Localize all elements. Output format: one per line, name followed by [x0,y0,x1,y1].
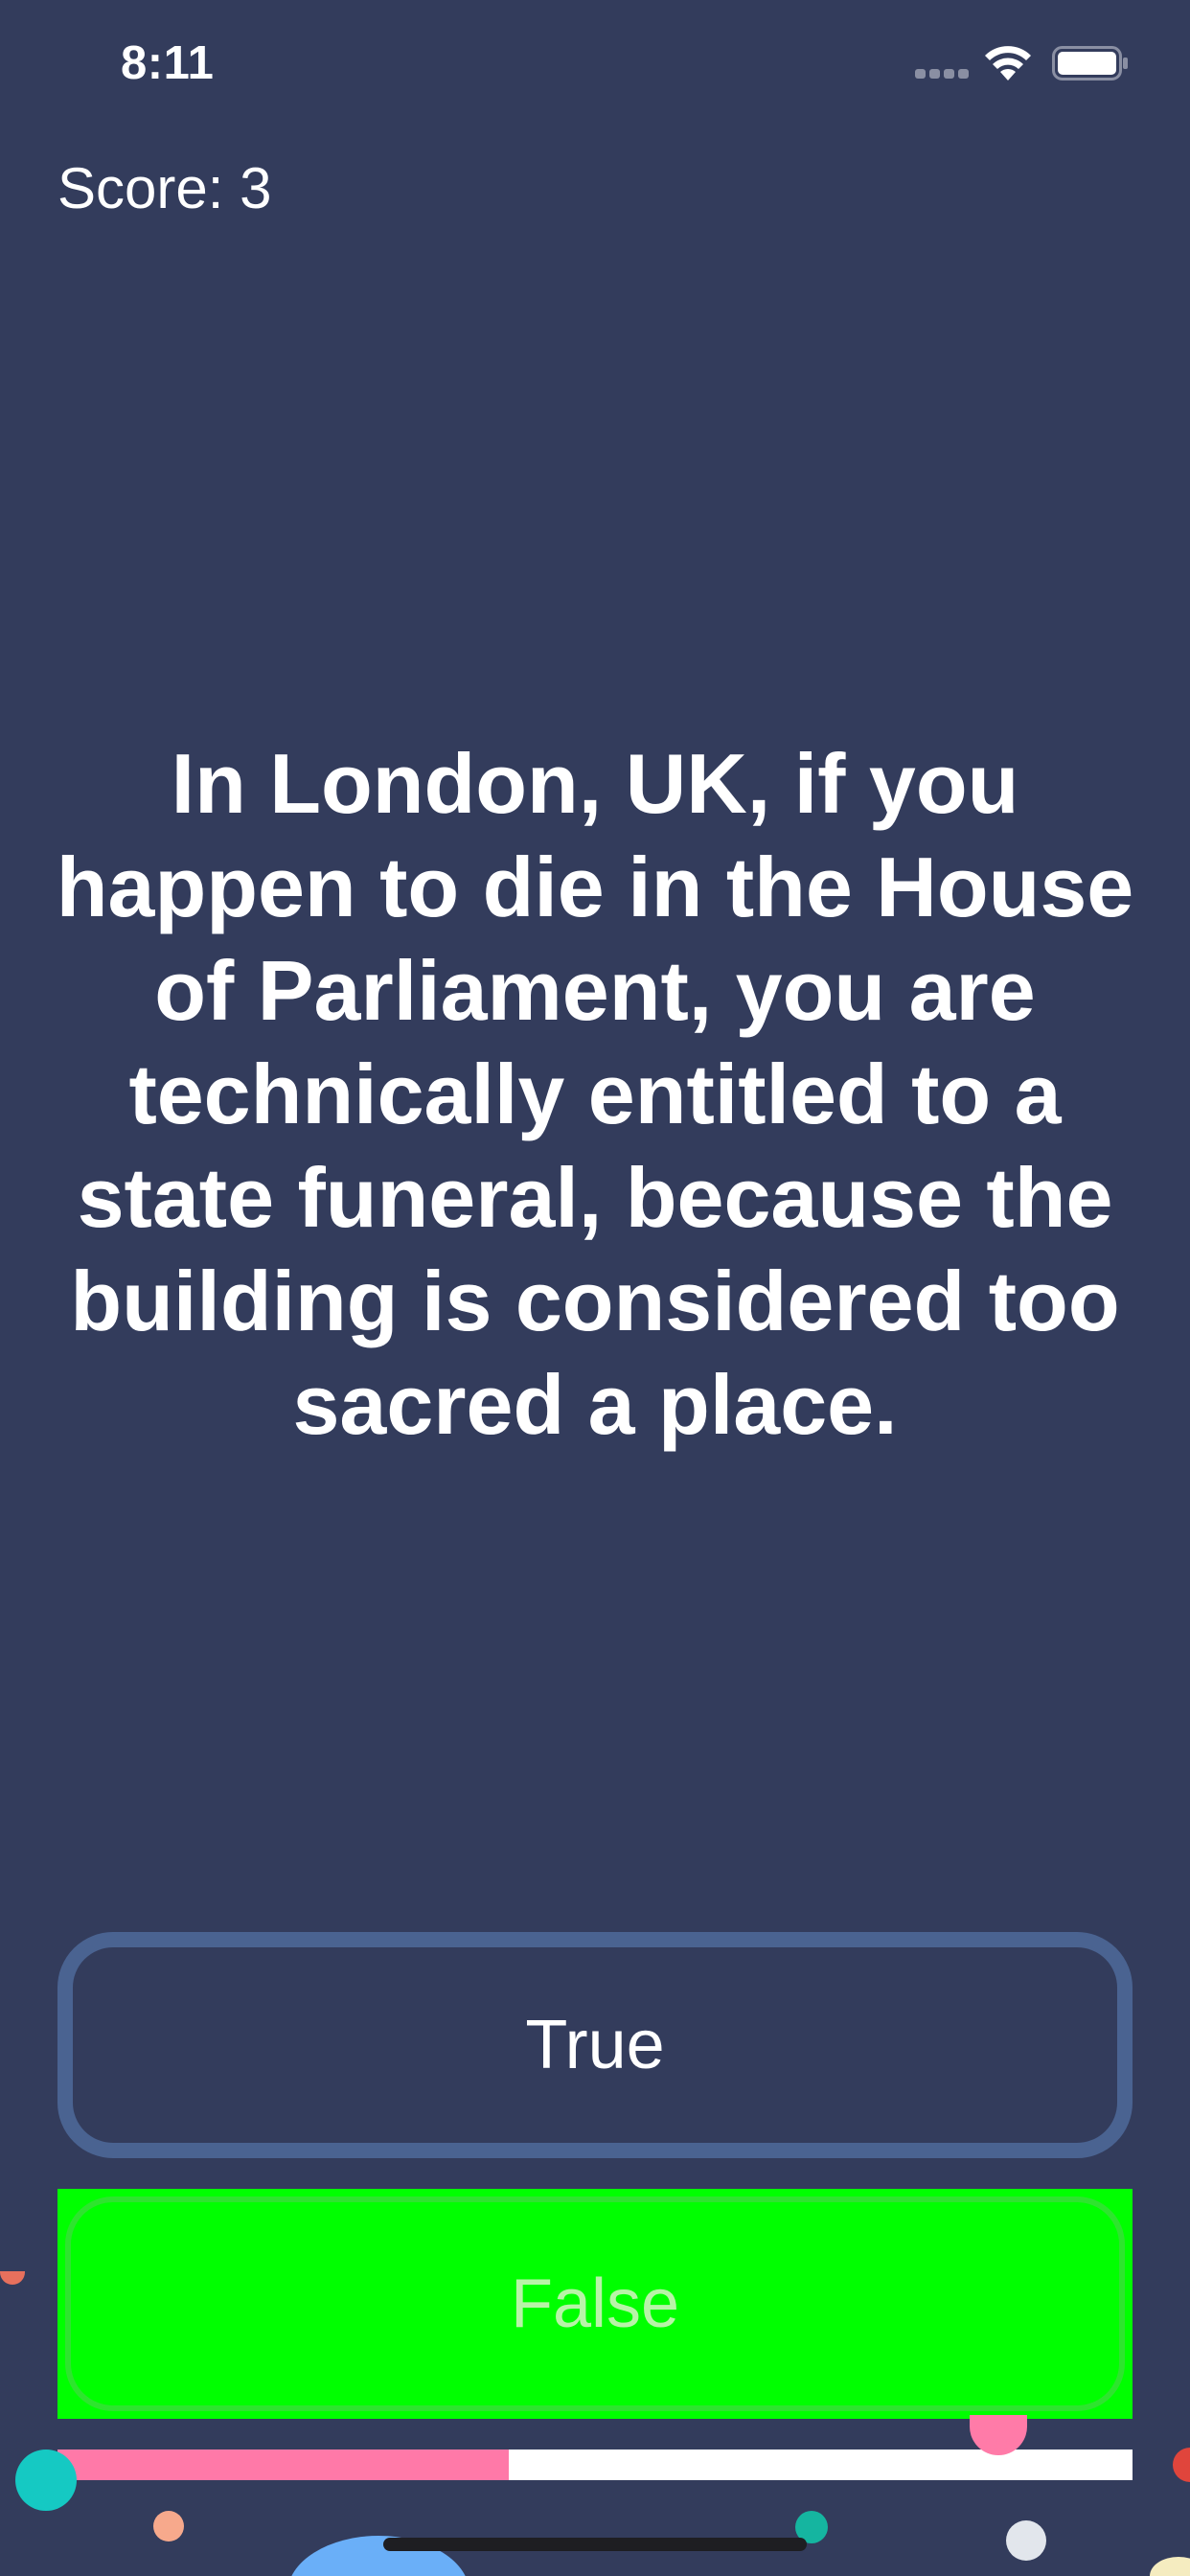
question-text: In London, UK, if you happen to die in t… [56,736,1134,1452]
false-button-label: False [510,2266,680,2342]
false-button[interactable]: False [57,2189,1133,2419]
battery-icon [1052,46,1128,80]
progress-bar [57,2450,1133,2480]
confetti-dot [1150,2557,1190,2576]
home-indicator[interactable] [383,2538,807,2551]
true-button-label: True [525,2007,665,2083]
status-time: 8:11 [121,37,215,89]
progress-bar-fill [57,2450,510,2480]
true-button[interactable]: True [57,1932,1133,2158]
confetti-dot [1173,2448,1190,2482]
score-label: Score: 3 [57,156,272,220]
confetti-dot [0,2271,25,2285]
wifi-icon [985,46,1031,80]
confetti-dot [1006,2520,1046,2561]
confetti-dot [153,2511,184,2542]
cellular-signal-icon [915,69,969,79]
